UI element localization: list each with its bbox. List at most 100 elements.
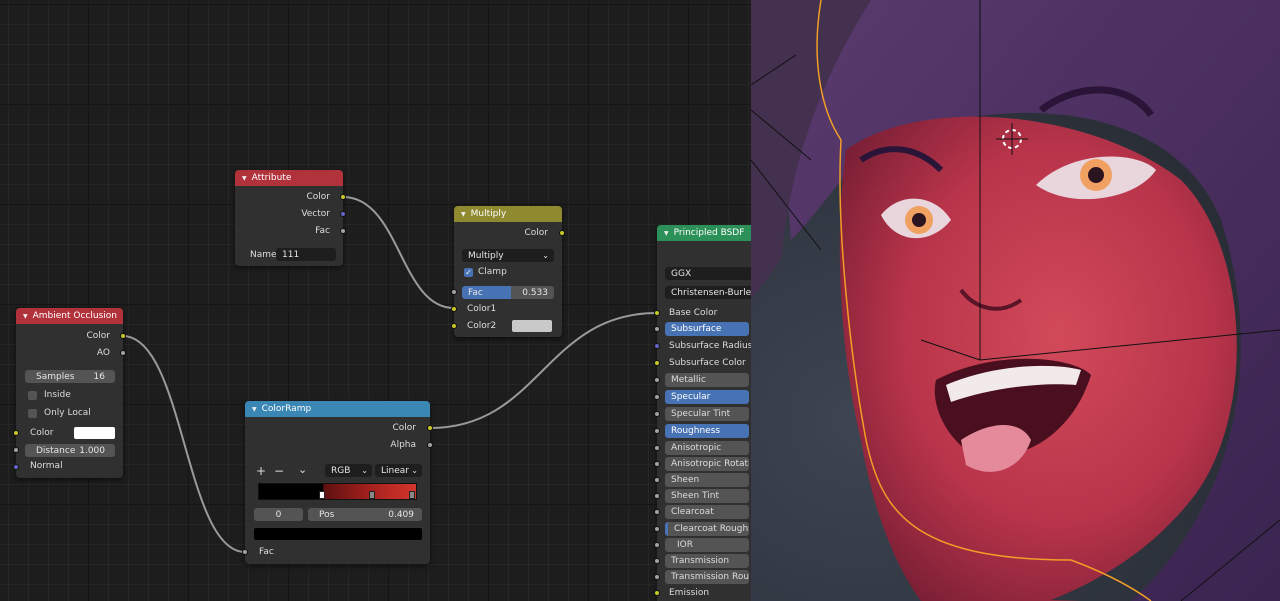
input-roughness-field[interactable]: Roughness (665, 424, 749, 438)
node-editor[interactable]: ▼ Attribute Color Vector Fac Name 111 ▼ … (0, 0, 751, 601)
only-local-checkbox[interactable] (28, 409, 37, 418)
subsurface-method-dropdown[interactable]: Christensen-Burley (665, 286, 751, 299)
distance-field[interactable]: Distance 1.000 (25, 444, 115, 457)
color-mode-value: RGB (331, 465, 351, 476)
input-anisotropic-socket[interactable] (654, 445, 660, 451)
input-emission-socket[interactable] (654, 590, 660, 596)
input-clearcoat-roughness-socket[interactable] (654, 526, 660, 532)
input-metallic-socket[interactable] (654, 377, 660, 383)
principled-bsdf-node-header[interactable]: ▼ Principled BSDF (657, 225, 751, 241)
collapse-triangle-icon[interactable]: ▼ (23, 313, 28, 320)
samples-field[interactable]: Samples 16 (25, 370, 115, 383)
input-fac-socket[interactable] (451, 289, 457, 295)
input-clearcoat-socket[interactable] (654, 509, 660, 515)
output-vector-socket[interactable] (340, 211, 346, 217)
collapse-triangle-icon[interactable]: ▼ (461, 211, 466, 218)
input-subsurface-color-socket[interactable] (654, 360, 660, 366)
stop-position-field[interactable]: Pos 0.409 (308, 508, 422, 521)
inside-checkbox[interactable] (28, 391, 37, 400)
input-color2-socket[interactable] (451, 323, 457, 329)
color-ramp-bar[interactable] (258, 483, 417, 500)
input-specular-field[interactable]: Specular (665, 390, 749, 404)
input-transmission-socket[interactable] (654, 558, 660, 564)
fac-slider[interactable]: Fac 0.533 (462, 286, 554, 299)
input-ior-field[interactable]: IOR (665, 538, 749, 552)
output-vector-label: Vector (301, 209, 330, 219)
input-fac-socket[interactable] (242, 549, 248, 555)
input-sheen-socket[interactable] (654, 477, 660, 483)
input-clearcoat-field[interactable]: Clearcoat (665, 505, 749, 519)
operation-dropdown[interactable]: Multiply ⌄ (462, 249, 554, 262)
input-subsurface-field[interactable]: Subsurface (665, 322, 749, 336)
chevron-down-icon: ⌄ (542, 251, 549, 260)
color-stop-marker[interactable] (369, 491, 375, 499)
output-alpha-socket[interactable] (427, 442, 433, 448)
input-specular-tint-field[interactable]: Specular Tint (665, 407, 749, 421)
input-anisotropic-rotation-field[interactable]: Anisotropic Rotation (665, 457, 749, 471)
input-ior-label: IOR (677, 540, 693, 550)
attribute-node-header[interactable]: ▼ Attribute (235, 170, 343, 186)
ambient-occlusion-node[interactable]: ▼ Ambient Occlusion Color AO Samples 16 … (13, 308, 126, 478)
input-specular-tint-socket[interactable] (654, 411, 660, 417)
input-transmission-label: Transmission (671, 556, 730, 566)
output-fac-label: Fac (315, 226, 330, 236)
output-color-socket[interactable] (559, 230, 565, 236)
color-swatch[interactable] (74, 427, 115, 439)
input-anisotropic-rotation-label: Anisotropic Rotation (671, 459, 749, 469)
ramp-menu-button[interactable]: ⌄ (298, 463, 307, 476)
remove-stop-button[interactable]: − (274, 464, 284, 478)
input-color-socket[interactable] (13, 430, 19, 436)
clamp-checkbox[interactable]: ✓ (464, 268, 473, 277)
output-ao-socket[interactable] (120, 350, 126, 356)
input-sheen-tint-socket[interactable] (654, 493, 660, 499)
color2-swatch[interactable] (512, 320, 552, 332)
colorramp-node-header[interactable]: ▼ ColorRamp (245, 401, 430, 417)
input-specular-socket[interactable] (654, 394, 660, 400)
input-subsurface-socket[interactable] (654, 326, 660, 332)
input-metallic-label: Metallic (671, 375, 706, 385)
input-metallic-field[interactable]: Metallic (665, 373, 749, 387)
output-color-socket[interactable] (120, 333, 126, 339)
3d-viewport[interactable] (751, 0, 1280, 601)
collapse-triangle-icon[interactable]: ▼ (664, 230, 669, 237)
input-subsurface-radius-socket[interactable] (654, 343, 660, 349)
multiply-node-header[interactable]: ▼ Multiply (454, 206, 562, 222)
input-anisotropic-rotation-socket[interactable] (654, 461, 660, 467)
input-clearcoat-roughness-label: Clearcoat Roughness (674, 524, 749, 534)
input-base-color-socket[interactable] (654, 310, 660, 316)
ambient-occlusion-node-header[interactable]: ▼ Ambient Occlusion (16, 308, 123, 324)
input-sheen-field[interactable]: Sheen (665, 473, 749, 487)
stop-index-field[interactable]: 0 (254, 508, 303, 521)
input-distance-socket[interactable] (13, 447, 19, 453)
input-anisotropic-field[interactable]: Anisotropic (665, 441, 749, 455)
link-attr-to-multiply (342, 196, 455, 309)
output-color-socket[interactable] (427, 425, 433, 431)
input-ior-socket[interactable] (654, 542, 660, 548)
collapse-triangle-icon[interactable]: ▼ (252, 406, 257, 413)
samples-label: Samples (36, 371, 75, 382)
colorramp-node[interactable]: ▼ ColorRamp Color Alpha + − ⌄ RGB ⌄ Line… (242, 401, 433, 564)
add-stop-button[interactable]: + (256, 464, 266, 478)
output-color-socket[interactable] (340, 194, 346, 200)
stop-color-swatch[interactable] (254, 528, 422, 540)
multiply-node[interactable]: ▼ Multiply Color Multiply ⌄ ✓ Clamp Fac … (451, 206, 565, 337)
distribution-dropdown[interactable]: GGX (665, 267, 751, 280)
color-stop-marker[interactable] (319, 491, 325, 499)
output-ao-label: AO (96, 348, 110, 358)
interpolation-dropdown[interactable]: Linear ⌄ (375, 464, 422, 477)
input-transmission-roughness-socket[interactable] (654, 574, 660, 580)
color-mode-dropdown[interactable]: RGB ⌄ (325, 464, 372, 477)
input-clearcoat-roughness-field[interactable]: Clearcoat Roughness (665, 522, 749, 536)
collapse-triangle-icon[interactable]: ▼ (242, 175, 247, 182)
input-sheen-tint-field[interactable]: Sheen Tint (665, 489, 749, 503)
input-transmission-field[interactable]: Transmission (665, 554, 749, 568)
input-normal-socket[interactable] (13, 464, 19, 470)
output-fac-socket[interactable] (340, 228, 346, 234)
input-roughness-socket[interactable] (654, 428, 660, 434)
input-color1-socket[interactable] (451, 306, 457, 312)
attribute-node[interactable]: ▼ Attribute Color Vector Fac Name 111 (235, 170, 346, 266)
color-stop-marker[interactable] (409, 491, 415, 499)
name-field[interactable]: 111 (276, 248, 336, 261)
principled-bsdf-node[interactable]: ▼ Principled BSDF GGX Christensen-Burley… (654, 225, 751, 601)
input-transmission-roughness-field[interactable]: Transmission Roughness (665, 570, 749, 584)
